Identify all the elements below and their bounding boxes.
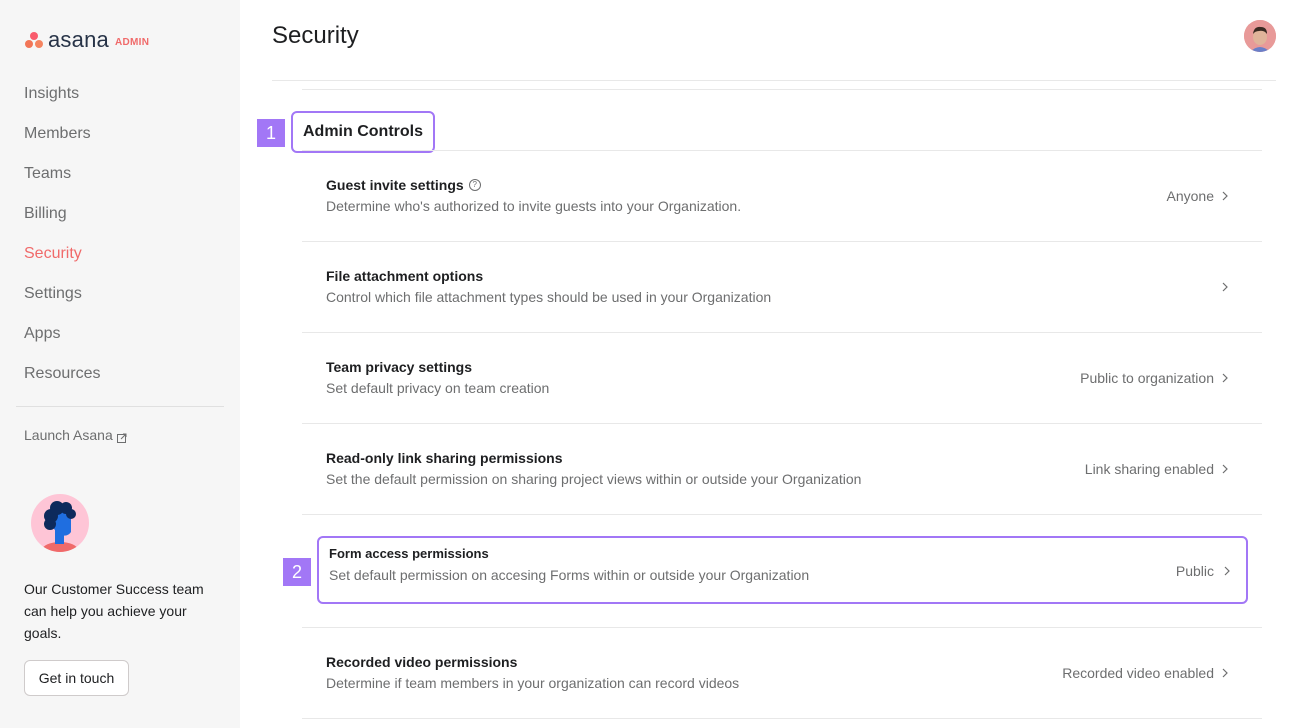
setting-value: Anyone: [1166, 188, 1214, 204]
main-content: Security 1 Admin Controls Guest invite s…: [240, 0, 1300, 728]
setting-description: Control which file attachment types shou…: [326, 289, 772, 305]
sidebar-item-insights[interactable]: Insights: [24, 82, 100, 122]
launch-asana-link[interactable]: Launch Asana: [24, 427, 127, 443]
sidebar-nav: Insights Members Teams Billing Security …: [24, 82, 100, 402]
setting-value: Link sharing enabled: [1084, 461, 1214, 477]
setting-row-file-attachment[interactable]: File attachment options Control which fi…: [302, 242, 1262, 333]
customer-success-illustration: [31, 494, 89, 552]
setting-description: Determine who's authorized to invite gue…: [326, 198, 742, 214]
launch-asana-label: Launch Asana: [24, 427, 113, 443]
setting-row-form-access[interactable]: Form access permissions Set default perm…: [317, 536, 1248, 604]
setting-value: Public to organization: [1080, 370, 1214, 386]
setting-row-team-privacy[interactable]: Team privacy settings Set default privac…: [302, 333, 1262, 424]
setting-title: Read-only link sharing permissions: [326, 450, 563, 466]
setting-title: Team privacy settings: [326, 359, 473, 375]
setting-title: Recorded video permissions: [326, 654, 518, 670]
sidebar-item-teams[interactable]: Teams: [24, 162, 100, 202]
sidebar-item-settings[interactable]: Settings: [24, 282, 100, 322]
chevron-right-icon: [1222, 562, 1232, 580]
chevron-right-icon: [1220, 664, 1230, 682]
setting-description: Set the default permission on sharing pr…: [326, 471, 862, 487]
sidebar: asana ADMIN Insights Members Teams Billi…: [0, 0, 240, 728]
setting-title: File attachment options: [326, 268, 484, 284]
sidebar-divider: [16, 406, 224, 407]
asana-logo-icon: [24, 31, 44, 49]
chevron-right-icon: [1220, 369, 1230, 387]
customer-success-text: Our Customer Success team can help you a…: [24, 581, 204, 641]
setting-row-recorded-video[interactable]: Recorded video permissions Determine if …: [302, 628, 1262, 719]
setting-title-text: Guest invite settings: [326, 177, 464, 193]
sidebar-item-members[interactable]: Members: [24, 122, 100, 162]
setting-description: Determine if team members in your organi…: [326, 675, 740, 691]
sidebar-item-security[interactable]: Security: [24, 242, 100, 282]
chevron-right-icon: [1220, 278, 1230, 296]
help-icon[interactable]: ?: [468, 179, 481, 191]
sidebar-item-apps[interactable]: Apps: [24, 322, 100, 362]
chevron-right-icon: [1220, 187, 1230, 205]
sidebar-item-resources[interactable]: Resources: [24, 362, 100, 402]
sidebar-item-billing[interactable]: Billing: [24, 202, 100, 242]
admin-badge: ADMIN: [114, 36, 150, 48]
asana-logo[interactable]: asana ADMIN: [24, 27, 150, 52]
admin-controls-heading: Admin Controls: [291, 111, 435, 153]
setting-row-link-sharing[interactable]: Read-only link sharing permissions Set t…: [302, 424, 1262, 515]
setting-value: Public: [1175, 563, 1214, 579]
external-link-icon: [116, 430, 127, 443]
logo-wordmark: asana: [48, 27, 109, 52]
setting-row-guest-invite[interactable]: Guest invite settings ? Determine who's …: [302, 151, 1262, 242]
header-divider: [272, 80, 1276, 81]
setting-value: Recorded video enabled: [1062, 665, 1214, 681]
user-avatar[interactable]: [1244, 20, 1276, 52]
setting-description: Set default privacy on team creation: [326, 380, 550, 396]
get-in-touch-button[interactable]: Get in touch: [24, 660, 129, 696]
setting-title: Form access permissions: [329, 546, 489, 561]
annotation-badge-1: 1: [257, 119, 285, 147]
page-title: Security: [272, 22, 359, 49]
setting-title: Guest invite settings ?: [326, 177, 481, 193]
chevron-right-icon: [1220, 460, 1230, 478]
annotation-badge-2: 2: [283, 558, 311, 586]
setting-description: Set default permission on accesing Forms…: [329, 567, 810, 583]
section-top-divider: [302, 89, 1262, 90]
